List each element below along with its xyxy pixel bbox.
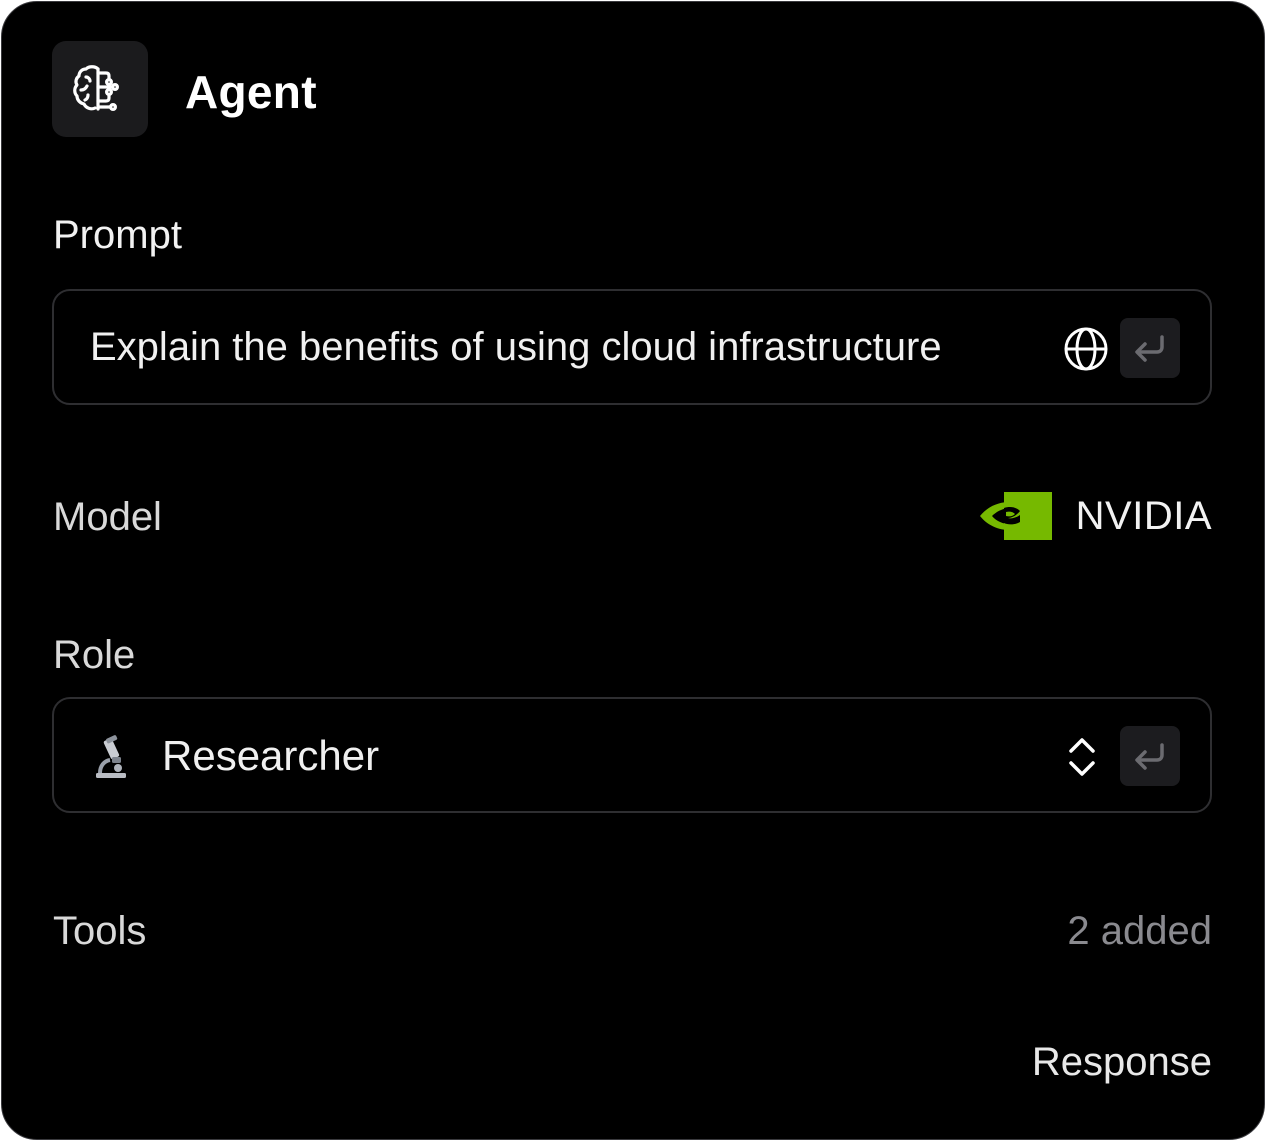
globe-icon[interactable] — [1062, 325, 1110, 373]
agent-card: Agent Prompt Explain the benefits of usi… — [1, 1, 1265, 1140]
agent-title: Agent — [185, 66, 317, 118]
enter-icon — [1135, 743, 1164, 770]
prompt-input[interactable]: Explain the benefits of using cloud infr… — [90, 323, 1040, 371]
chevron-up-down-icon[interactable] — [1064, 735, 1100, 779]
role-value: Researcher — [162, 732, 380, 779]
tools-label: Tools — [53, 909, 147, 953]
model-label: Model — [53, 495, 162, 539]
microscope-icon — [90, 735, 130, 779]
prompt-label: Prompt — [53, 213, 182, 257]
response-label[interactable]: Response — [1032, 1038, 1212, 1086]
nvidia-logo — [979, 492, 1052, 540]
tools-count[interactable]: 2 added — [1067, 907, 1212, 955]
brain-circuit-icon — [52, 41, 148, 137]
enter-icon — [1135, 335, 1164, 362]
prompt-submit-button[interactable] — [1120, 318, 1180, 378]
model-selector[interactable]: NVIDIA — [979, 490, 1212, 542]
role-label: Role — [53, 633, 136, 677]
prompt-field[interactable]: Explain the benefits of using cloud infr… — [52, 289, 1212, 405]
role-submit-button[interactable] — [1120, 726, 1180, 786]
model-name: NVIDIA — [1075, 494, 1212, 538]
role-select[interactable]: Researcher — [52, 697, 1212, 813]
